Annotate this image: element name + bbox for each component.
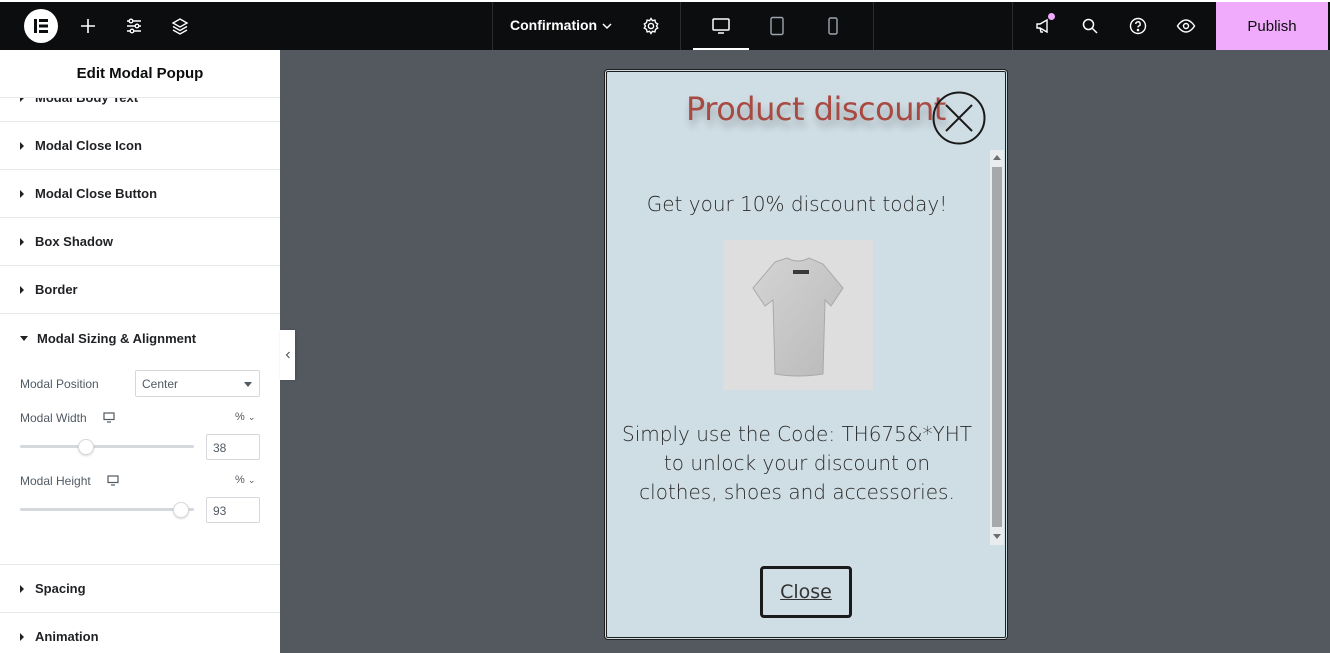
section-label: Modal Sizing & Alignment: [37, 330, 197, 346]
scroll-down-icon[interactable]: [993, 534, 1001, 540]
close-button[interactable]: Close: [760, 566, 852, 618]
modal-title: Product discount: [686, 90, 946, 128]
caret-right-icon: [20, 285, 24, 294]
section-label: Modal Close Icon: [35, 138, 142, 153]
document-title[interactable]: Confirmation: [510, 17, 597, 33]
separator: [873, 2, 874, 50]
modal-height-input[interactable]: 93: [206, 497, 260, 523]
mobile-icon[interactable]: [821, 14, 845, 38]
modal-body-text: Simply use the Code: TH675&*YHT to unloc…: [622, 422, 972, 504]
modal-position-label: Modal Position: [20, 377, 99, 391]
caret-right-icon: [20, 141, 24, 150]
chevron-down-icon: ⌄: [247, 412, 256, 422]
modal-width-input[interactable]: 38: [206, 434, 260, 460]
caret-right-icon: [20, 237, 24, 246]
modal-body-heading: Get your 10% discount today!: [646, 192, 948, 216]
section-animation[interactable]: Animation: [0, 613, 280, 653]
caret-right-icon: [20, 632, 24, 641]
separator: [1012, 2, 1013, 50]
separator: [680, 2, 681, 50]
caret-right-icon: [20, 584, 24, 593]
modal-scrollbar[interactable]: [990, 150, 1004, 545]
dropdown-arrow-icon: [244, 382, 252, 387]
responsive-desktop-icon[interactable]: [103, 412, 115, 423]
desktop-icon[interactable]: [709, 14, 733, 38]
modal-height-label: Modal Height: [20, 474, 91, 488]
publish-button[interactable]: Publish: [1216, 2, 1328, 50]
help-icon[interactable]: [1126, 14, 1150, 38]
caret-down-icon: [20, 336, 28, 341]
search-icon[interactable]: [1078, 14, 1102, 38]
section-label: Border: [35, 282, 78, 297]
section-spacing[interactable]: Spacing: [0, 565, 280, 613]
section-label: Box Shadow: [35, 234, 114, 249]
modal-height-slider-handle[interactable]: [173, 502, 189, 518]
section-label: Modal Close Button: [35, 186, 158, 201]
section-box-shadow[interactable]: Box Shadow: [0, 218, 280, 266]
page-settings-gear-icon[interactable]: [639, 14, 663, 38]
collapse-panel-button[interactable]: [280, 330, 295, 380]
unit-label: %: [235, 474, 245, 486]
tshirt-icon: [752, 257, 844, 377]
modal-height-slider-track[interactable]: [20, 508, 194, 511]
product-image: [723, 240, 873, 390]
close-x-icon[interactable]: [932, 91, 986, 145]
preview-eye-icon[interactable]: [1174, 14, 1198, 38]
section-label: Animation: [35, 629, 99, 644]
modal-position-value: Center: [142, 377, 179, 391]
section-modal-sizing-alignment[interactable]: Modal Sizing & Alignment: [0, 314, 280, 362]
unit-label: %: [235, 411, 245, 423]
editor-panel: Edit Modal Popup Modal Body Text Modal C…: [0, 50, 280, 653]
separator: [492, 2, 493, 50]
scrollbar-thumb[interactable]: [992, 167, 1002, 527]
chevron-left-icon: [285, 351, 290, 359]
chevron-down-icon: ⌄: [247, 475, 256, 485]
modal-width-slider-track[interactable]: [20, 445, 194, 448]
top-bar: Confirmation Publish: [0, 2, 1330, 50]
unit-selector[interactable]: % ⌄: [235, 411, 255, 423]
section-modal-close-button[interactable]: Modal Close Button: [0, 170, 280, 218]
section-border[interactable]: Border: [0, 266, 280, 314]
site-settings-icon[interactable]: [122, 14, 146, 38]
add-element-icon[interactable]: [76, 14, 100, 38]
unit-selector[interactable]: % ⌄: [235, 474, 255, 486]
modal-width-label: Modal Width: [20, 411, 87, 425]
section-modal-close-icon[interactable]: Modal Close Icon: [0, 122, 280, 170]
section-label: Spacing: [35, 581, 86, 596]
scroll-up-icon[interactable]: [993, 154, 1001, 160]
responsive-desktop-icon[interactable]: [107, 475, 119, 486]
elementor-logo-icon[interactable]: [24, 9, 58, 43]
structure-layers-icon[interactable]: [168, 14, 192, 38]
caret-right-icon: [20, 189, 24, 198]
chevron-down-icon[interactable]: [601, 19, 613, 37]
tablet-icon[interactable]: [765, 14, 789, 38]
modal-width-slider-handle[interactable]: [78, 439, 94, 455]
modal-position-select[interactable]: Center: [135, 370, 260, 397]
panel-title: Edit Modal Popup: [0, 50, 280, 98]
notification-dot: [1048, 13, 1055, 20]
